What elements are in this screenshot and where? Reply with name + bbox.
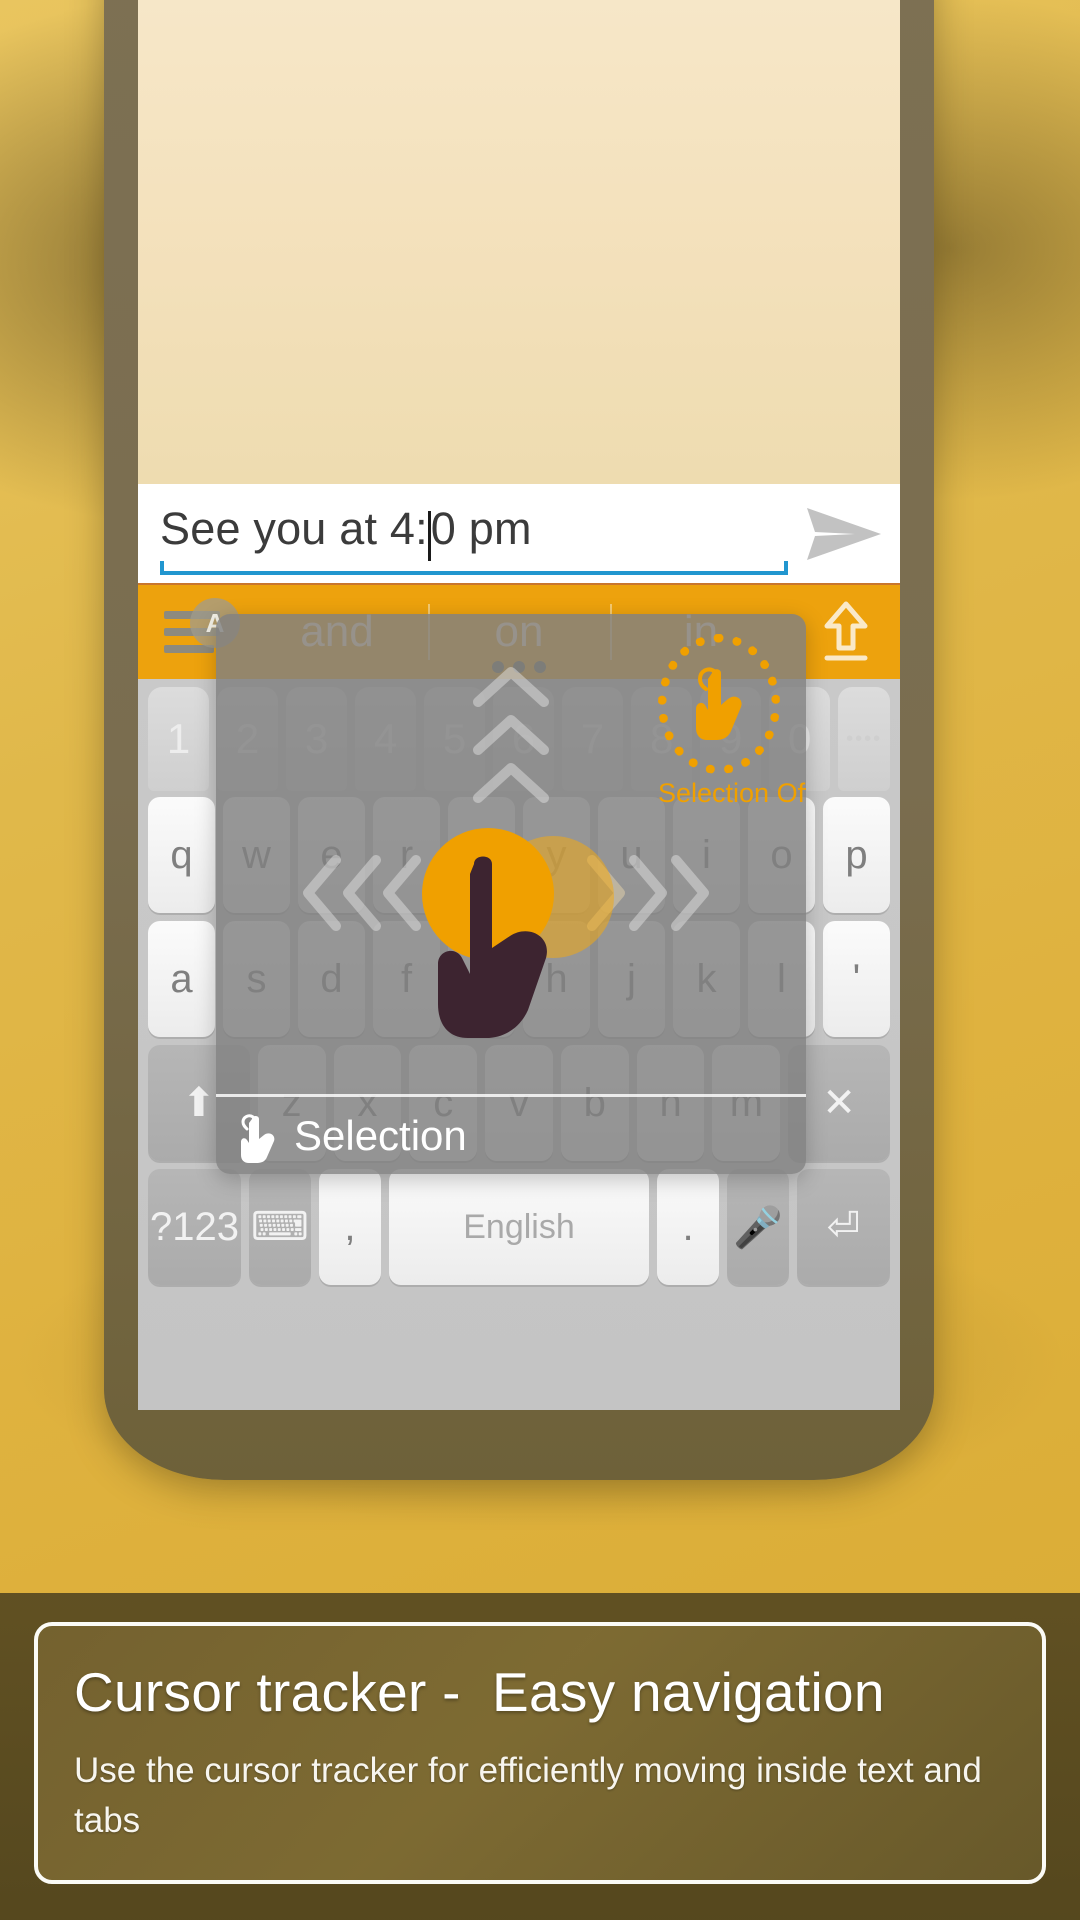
promo-screenshot: See you at 4:0 pm A and on in <box>0 0 1080 1920</box>
message-input-field[interactable]: See you at 4:0 pm <box>160 484 788 583</box>
chevron-right-icon-2 <box>626 854 670 937</box>
phone-screen: See you at 4:0 pm A and on in <box>138 0 900 1410</box>
chevron-up-icon-2 <box>472 712 550 761</box>
selection-dotted-ring <box>658 634 780 774</box>
chevron-left-icon-2 <box>340 854 384 937</box>
key-microphone[interactable]: 🎤 <box>727 1169 790 1285</box>
message-text-after-caret: 0 pm <box>430 502 532 554</box>
chevron-left-icon-3 <box>380 854 424 937</box>
selection-off-label: Selection Off <box>658 778 806 808</box>
input-underline <box>160 561 788 575</box>
key-comma[interactable]: , <box>318 1169 381 1285</box>
keyboard-row-4: ?123 ⌨ , English . 🎤 ⏎ <box>144 1169 894 1285</box>
send-paper-plane-icon <box>803 504 885 564</box>
cursor-tracker-pad[interactable]: Selection Off <box>216 614 806 1094</box>
key-enter[interactable]: ⏎ <box>797 1169 891 1285</box>
pointing-hand-cursor-icon <box>430 852 580 1042</box>
key-period[interactable]: . <box>657 1169 720 1285</box>
message-input-text: See you at 4:0 pm <box>160 502 532 562</box>
chevron-up-icon-3 <box>472 760 550 809</box>
key-more-dots[interactable]: •••• <box>838 687 891 791</box>
key-emoji[interactable]: ⌨ <box>248 1169 311 1285</box>
caption-title: Cursor tracker - Easy navigation <box>74 1661 885 1723</box>
caption-subtitle: Use the cursor tracker for efficiently m… <box>74 1751 982 1840</box>
message-composer-row: See you at 4:0 pm <box>138 484 900 583</box>
chevron-right-icon-3 <box>668 854 712 937</box>
chevron-left-icon-1 <box>300 854 344 937</box>
key-symbols[interactable]: ?123 <box>147 1169 241 1285</box>
touch-hand-icon <box>696 667 742 740</box>
caption-card: Cursor tracker - Easy navigation Use the… <box>34 1622 1046 1884</box>
cursor-tracker-overlay[interactable]: Selection Off Selection <box>216 614 806 1174</box>
selection-toggle-button[interactable]: Selection Off <box>658 634 806 809</box>
key-a[interactable]: a <box>148 921 215 1037</box>
touch-hand-icon <box>234 1112 282 1163</box>
send-button[interactable] <box>788 484 900 583</box>
key-p[interactable]: p <box>823 797 890 913</box>
chevron-up-icon-1 <box>472 664 550 713</box>
key-q[interactable]: q <box>148 797 215 913</box>
chat-message-area <box>138 0 900 484</box>
cursor-tracker-footer-label: Selection <box>294 1111 467 1159</box>
cursor-tracker-footer[interactable]: Selection <box>216 1094 806 1174</box>
key-apostrophe[interactable]: ' <box>823 921 890 1037</box>
expand-up-arrow-icon[interactable] <box>792 584 900 680</box>
text-caret <box>427 511 431 562</box>
message-text-before-caret: See you at 4: <box>160 502 428 554</box>
key-1[interactable]: 1 <box>148 687 210 791</box>
key-space[interactable]: English <box>388 1169 650 1285</box>
